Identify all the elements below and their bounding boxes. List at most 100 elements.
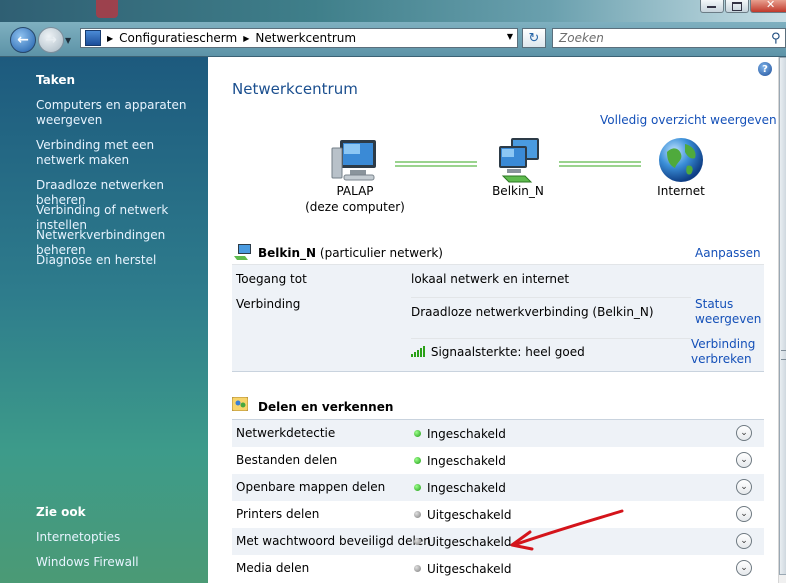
sidebar: Taken Computers en apparaten weergeven V… — [0, 57, 208, 583]
sidebar-link-connect-network[interactable]: Verbinding met een netwerk maken — [36, 138, 206, 168]
address-dropdown-icon[interactable]: ▼ — [507, 32, 513, 41]
expand-chevron-icon[interactable]: ⌄ — [736, 425, 752, 441]
sharing-row[interactable]: Netwerkdetectie Ingeschakeld ⌄ — [232, 420, 764, 447]
search-placeholder: Zoeken — [559, 31, 604, 45]
sharing-row-label: Met wachtwoord beveiligd delen — [236, 534, 431, 548]
connection-line-computer-network — [395, 161, 477, 167]
disconnect-link-line-2: verbreken — [691, 352, 752, 366]
status-link-line-1: Status — [695, 297, 734, 311]
search-input[interactable]: Zoeken ⚲ — [552, 28, 786, 48]
network-name-label: Belkin_N — [492, 184, 544, 198]
sharing-row-status: Ingeschakeld — [414, 454, 506, 468]
close-icon: ✕ — [766, 0, 776, 11]
signal-strength-icon — [411, 346, 425, 357]
breadcrumb-separator-icon: ▶ — [107, 33, 114, 43]
back-button[interactable]: ← — [10, 27, 36, 53]
scrollbar-thumb[interactable] — [779, 57, 786, 575]
full-map-link[interactable]: Volledig overzicht weergeven — [600, 113, 777, 127]
sharing-row[interactable]: Bestanden delen Ingeschakeld ⌄ — [232, 447, 764, 474]
sharing-row-value: Ingeschakeld — [427, 481, 506, 495]
sharing-row-value: Ingeschakeld — [427, 427, 506, 441]
connection-line-network-internet — [559, 161, 641, 167]
minimize-button[interactable] — [700, 0, 724, 13]
connection-label: Verbinding — [236, 297, 301, 311]
network-name: Belkin_N — [258, 246, 317, 260]
close-button[interactable]: ✕ — [750, 0, 786, 13]
help-icon[interactable]: ? — [758, 62, 772, 76]
access-value: lokaal netwerk en internet — [411, 272, 570, 286]
connection-value: Draadloze netwerkverbinding (Belkin_N) — [411, 305, 654, 319]
divider — [232, 264, 764, 265]
sidebar-link-windows-firewall[interactable]: Windows Firewall — [36, 555, 206, 570]
status-off-icon — [414, 538, 421, 545]
internet-globe-icon[interactable] — [657, 136, 705, 184]
annotation-arrow — [510, 509, 624, 551]
status-off-icon — [414, 511, 421, 518]
sharing-row-value: Uitgeschakeld — [427, 508, 512, 522]
expand-chevron-icon[interactable]: ⌄ — [736, 479, 752, 495]
refresh-button[interactable]: ↻ — [522, 28, 546, 48]
network-header: Belkin_N (particulier netwerk) — [258, 246, 443, 260]
network-small-icon — [234, 244, 251, 260]
sharing-row[interactable]: Openbare mappen delen Ingeschakeld ⌄ — [232, 474, 764, 501]
sharing-row[interactable]: Printers delen Uitgeschakeld ⌄ — [232, 501, 764, 528]
sharing-row-status: Uitgeschakeld — [414, 562, 512, 576]
disconnect-link-line-1: Verbinding — [691, 337, 756, 351]
expand-chevron-icon[interactable]: ⌄ — [736, 506, 752, 522]
maximize-button[interactable] — [725, 0, 749, 13]
search-icon[interactable]: ⚲ — [771, 31, 785, 46]
decorative-title-glow — [96, 0, 118, 18]
sharing-row-label: Printers delen — [236, 507, 320, 521]
sidebar-link-internet-options[interactable]: Internetopties — [36, 530, 206, 545]
address-bar: ← → ▼ ▶ Configuratiescherm ▶ Netwerkcent… — [0, 22, 786, 57]
forward-button[interactable]: → — [38, 27, 64, 53]
computer-icon[interactable] — [330, 138, 380, 184]
sharing-row-status: Ingeschakeld — [414, 427, 506, 441]
status-on-icon — [414, 484, 421, 491]
network-icon[interactable] — [495, 136, 547, 184]
address-field[interactable]: ▶ Configuratiescherm ▶ Netwerkcentrum ▼ — [80, 28, 518, 48]
sharing-row-label: Media delen — [236, 561, 310, 575]
status-on-icon — [414, 457, 421, 464]
expand-chevron-icon[interactable]: ⌄ — [736, 452, 752, 468]
customize-link[interactable]: Aanpassen — [695, 246, 761, 260]
sidebar-link-view-computers[interactable]: Computers en apparaten weergeven — [36, 98, 206, 128]
expand-chevron-icon[interactable]: ⌄ — [736, 533, 752, 549]
sidebar-link-diagnose-repair[interactable]: Diagnose en herstel — [36, 253, 206, 268]
status-on-icon — [414, 430, 421, 437]
sharing-row-status: Uitgeschakeld — [414, 535, 512, 549]
scrollbar-grip-icon — [781, 350, 786, 360]
sharing-row-status: Uitgeschakeld — [414, 508, 512, 522]
breadcrumb-configuratiescherm[interactable]: Configuratiescherm — [113, 31, 237, 45]
divider — [411, 338, 691, 339]
network-type: (particulier netwerk) — [319, 246, 443, 260]
title-bar: ✕ — [0, 0, 786, 22]
signal-row: Signaalsterkte: heel goed — [411, 345, 585, 359]
divider — [411, 297, 691, 298]
sharing-heading: Delen en verkennen — [258, 400, 394, 414]
sharing-row-value: Ingeschakeld — [427, 454, 506, 468]
sharing-icon — [232, 397, 248, 411]
computer-name-label: PALAP — [336, 184, 374, 198]
expand-chevron-icon[interactable]: ⌄ — [736, 560, 752, 576]
sharing-row-value: Uitgeschakeld — [427, 535, 512, 549]
status-link[interactable]: Status weergeven — [695, 297, 761, 327]
page-title: Netwerkcentrum — [232, 80, 358, 98]
disconnect-link[interactable]: Verbinding verbreken — [691, 337, 755, 367]
status-off-icon — [414, 565, 421, 572]
sharing-row-label: Netwerkdetectie — [236, 426, 336, 440]
sharing-row-label: Bestanden delen — [236, 453, 338, 467]
sharing-row[interactable]: Media delen Uitgeschakeld ⌄ — [232, 555, 764, 582]
signal-strength-text: Signaalsterkte: heel goed — [430, 345, 585, 359]
vertical-scrollbar[interactable] — [778, 57, 786, 583]
breadcrumb-netwerkcentrum[interactable]: Netwerkcentrum — [249, 31, 356, 45]
history-dropdown-icon[interactable]: ▼ — [65, 36, 71, 45]
maximize-icon — [732, 2, 742, 11]
sharing-row-value: Uitgeschakeld — [427, 562, 512, 576]
sharing-row[interactable]: Met wachtwoord beveiligd delen Uitgeschak… — [232, 528, 764, 555]
status-link-line-2: weergeven — [695, 312, 762, 326]
refresh-icon: ↻ — [528, 30, 540, 46]
minimize-icon — [707, 6, 716, 8]
sharing-row-status: Ingeschakeld — [414, 481, 506, 495]
tasks-heading: Taken — [36, 73, 76, 87]
